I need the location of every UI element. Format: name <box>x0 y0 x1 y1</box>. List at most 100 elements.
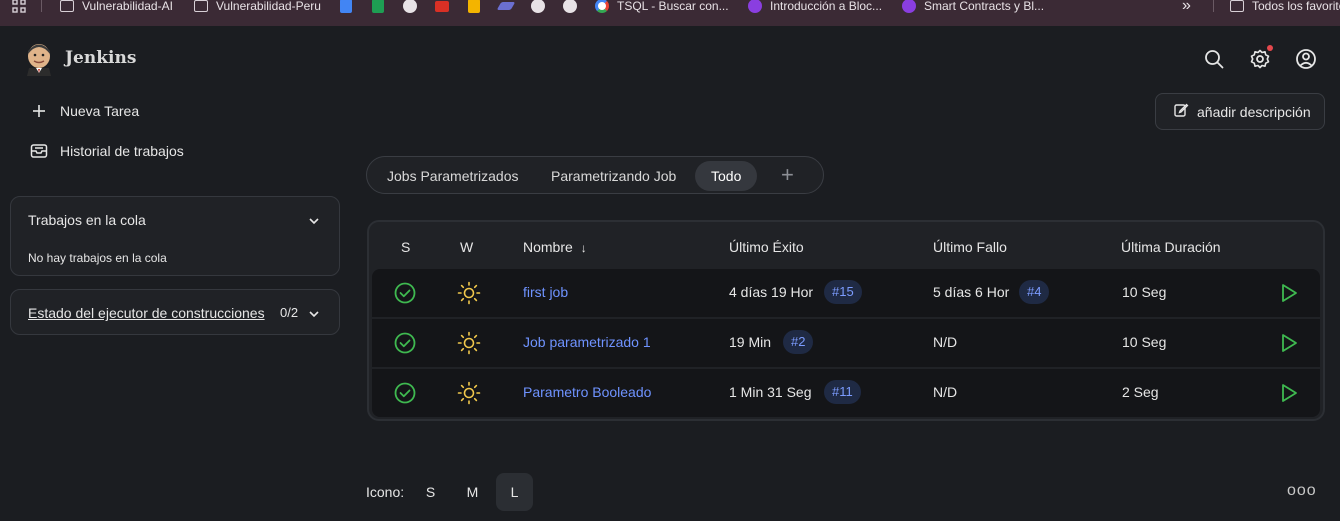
google-sheets-icon <box>372 0 384 13</box>
add-description-button[interactable]: añadir descripción <box>1155 93 1325 130</box>
job-name-link[interactable]: Job parametrizado 1 <box>523 334 651 350</box>
table-row: Job parametrizado 1 19 Min #2 N/D 10 Seg <box>372 319 1320 367</box>
build-queue-title[interactable]: Trabajos en la cola <box>28 212 146 228</box>
bookmarks-bar: Vulnerabilidad-AI Vulnerabilidad-Peru TS… <box>0 0 1340 26</box>
more-bookmarks-icon[interactable]: » <box>1182 0 1191 14</box>
bookmark-google-docs[interactable] <box>340 0 360 13</box>
run-build-play-icon[interactable] <box>1279 382 1299 404</box>
last-success-time: 4 días 19 Hor <box>729 284 814 300</box>
bookmark-gmail[interactable] <box>435 0 457 13</box>
jobs-table: S W Nombre ↓ Último Éxito Último Fallo Ú… <box>367 220 1325 421</box>
tab-jobs-parametrizados[interactable]: Jobs Parametrizados <box>371 161 535 191</box>
icon-size-label: Icono: <box>366 484 405 500</box>
bookmark-google-slides[interactable] <box>468 0 488 13</box>
add-description-label: añadir descripción <box>1197 103 1311 120</box>
course-icon <box>902 0 916 13</box>
folder-icon <box>60 0 74 12</box>
github-icon <box>563 0 577 13</box>
success-status-icon <box>394 282 416 304</box>
google-icon <box>595 0 609 13</box>
gear-icon[interactable] <box>1249 48 1271 70</box>
icon-size-s-button[interactable]: S <box>412 473 449 511</box>
bookmark-vulnerabilidad-ai[interactable]: Vulnerabilidad-AI <box>60 0 173 13</box>
last-duration: 2 Seg <box>1122 384 1159 400</box>
add-view-button[interactable]: + <box>781 163 794 187</box>
new-task-label: Nueva Tarea <box>60 103 140 119</box>
bookmark-google-sheets[interactable] <box>372 0 392 13</box>
last-success-time: 19 Min <box>729 334 772 350</box>
plus-icon <box>30 102 48 120</box>
chevron-down-icon[interactable] <box>308 307 320 319</box>
success-build-link[interactable]: #15 <box>824 280 862 304</box>
jenkins-logo[interactable] <box>25 42 53 76</box>
new-task-link[interactable]: Nueva Tarea <box>30 102 139 120</box>
executor-status-panel: Estado del ejecutor de construcciones 0/… <box>10 289 340 335</box>
gmail-icon <box>435 0 449 12</box>
build-history-link[interactable]: Historial de trabajos <box>30 142 184 160</box>
table-row: first job 4 días 19 Hor #15 5 días 6 Hor… <box>372 269 1320 317</box>
column-header-weather[interactable]: W <box>460 239 473 255</box>
search-icon[interactable] <box>1203 48 1225 70</box>
column-header-status[interactable]: S <box>401 239 410 255</box>
github-icon <box>531 0 545 13</box>
job-name-link[interactable]: Parametro Booleado <box>523 384 651 400</box>
success-status-icon <box>394 382 416 404</box>
tab-parametrizando-job[interactable]: Parametrizando Job <box>535 161 692 191</box>
sunny-weather-icon <box>457 381 481 405</box>
table-row: Parametro Booleado 1 Min 31 Seg #11 N/D … <box>372 369 1320 417</box>
executor-status-link[interactable]: Estado del ejecutor de construcciones <box>28 305 265 321</box>
user-account-icon[interactable] <box>1295 48 1317 70</box>
bookmark-app[interactable] <box>496 0 521 13</box>
success-build-link[interactable]: #2 <box>783 330 814 354</box>
bookmark-github[interactable] <box>403 0 425 13</box>
google-docs-icon <box>340 0 352 13</box>
build-queue-empty: No hay trabajos en la cola <box>28 251 167 265</box>
notification-dot <box>1267 45 1273 51</box>
github-icon <box>403 0 417 13</box>
more-options-icon[interactable]: ooo <box>1287 482 1317 500</box>
build-history-label: Historial de trabajos <box>60 143 184 159</box>
sunny-weather-icon <box>457 281 481 305</box>
inbox-icon <box>30 142 48 160</box>
bookmarks-separator <box>1213 0 1214 12</box>
job-name-link[interactable]: first job <box>523 284 568 300</box>
sort-arrow-icon: ↓ <box>580 241 587 255</box>
view-tabs: Jobs Parametrizados Parametrizando Job T… <box>366 156 824 194</box>
bookmark-tsql[interactable]: TSQL - Buscar con... <box>595 0 729 13</box>
google-slides-icon <box>468 0 480 13</box>
success-build-link[interactable]: #11 <box>824 380 861 404</box>
folder-icon <box>1230 0 1244 12</box>
run-build-play-icon[interactable] <box>1279 282 1299 304</box>
last-duration: 10 Seg <box>1122 284 1167 300</box>
run-build-play-icon[interactable] <box>1279 332 1299 354</box>
bookmarks-separator <box>41 0 42 12</box>
bookmark-github-2[interactable] <box>531 0 553 13</box>
failure-build-link[interactable]: #4 <box>1019 280 1050 304</box>
column-header-last-success[interactable]: Último Éxito <box>729 239 804 255</box>
last-failure-time: N/D <box>933 334 958 350</box>
course-icon <box>748 0 762 13</box>
build-queue-panel: Trabajos en la cola No hay trabajos en l… <box>10 196 340 276</box>
last-failure-time: N/D <box>933 384 958 400</box>
bookmark-introduccion-bloc[interactable]: Introducción a Bloc... <box>748 0 882 13</box>
column-header-last-duration[interactable]: Última Duración <box>1121 239 1221 255</box>
column-header-last-failure[interactable]: Último Fallo <box>933 239 1007 255</box>
edit-icon <box>1173 102 1189 121</box>
bookmark-smart-contracts[interactable]: Smart Contracts y Bl... <box>902 0 1044 13</box>
icon-size-l-button[interactable]: L <box>496 473 533 511</box>
bookmark-vulnerabilidad-peru[interactable]: Vulnerabilidad-Peru <box>194 0 321 13</box>
success-status-icon <box>394 332 416 354</box>
chevron-down-icon[interactable] <box>308 214 320 226</box>
folder-icon <box>194 0 208 12</box>
last-success-time: 1 Min 31 Seg <box>729 384 812 400</box>
apps-grid-icon[interactable] <box>12 0 26 13</box>
column-header-name[interactable]: Nombre ↓ <box>523 239 587 255</box>
tab-todo[interactable]: Todo <box>695 161 758 191</box>
bookmark-github-3[interactable] <box>563 0 585 13</box>
brand-title[interactable]: Jenkins <box>65 48 136 68</box>
last-failure-time: 5 días 6 Hor <box>933 284 1010 300</box>
bookmark-todos-favoritos[interactable]: Todos los favoritos <box>1230 0 1340 13</box>
sunny-weather-icon <box>457 331 481 355</box>
icon-size-m-button[interactable]: M <box>454 473 491 511</box>
executor-count: 0/2 <box>280 305 299 320</box>
